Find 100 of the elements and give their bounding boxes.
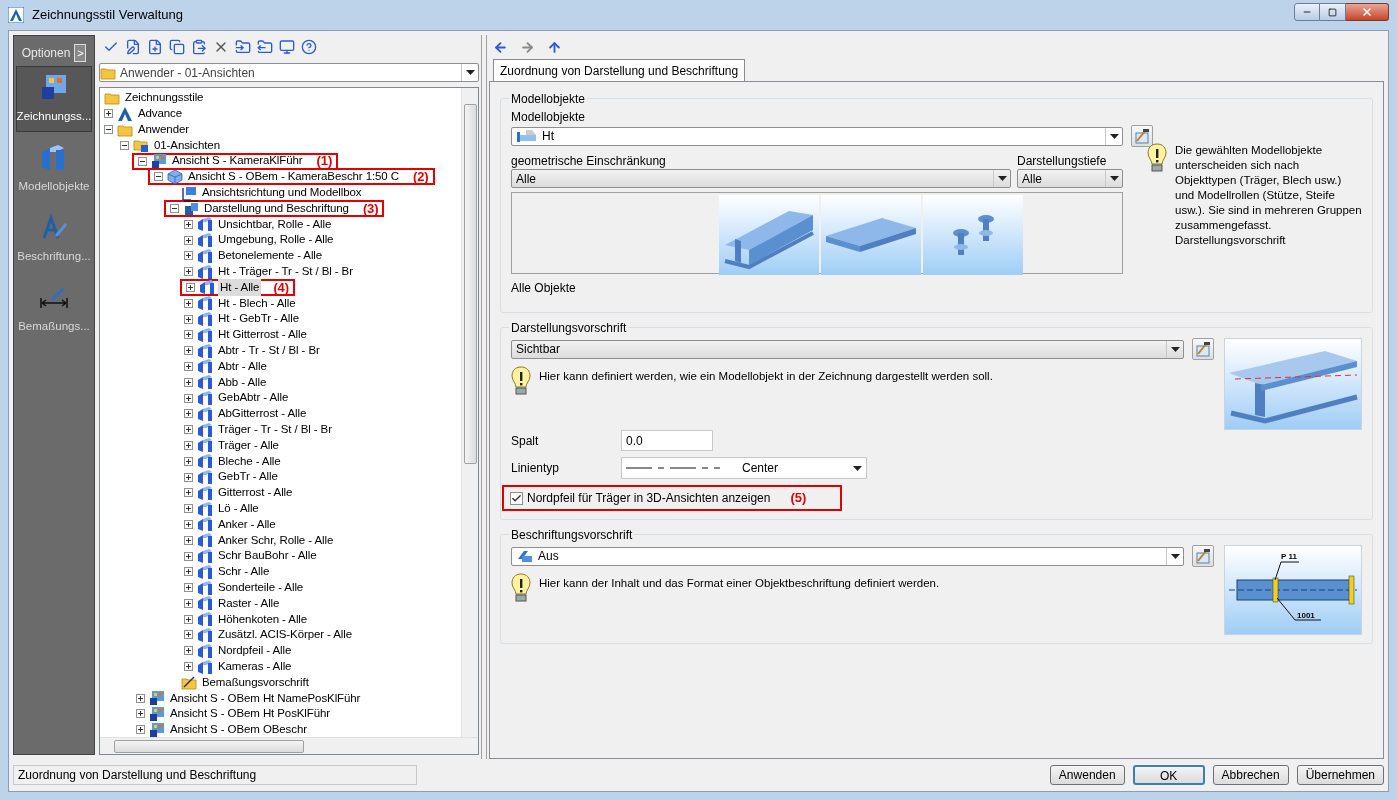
checkbox[interactable] [510,491,523,505]
tree-item[interactable]: Ansicht S - OBem - KameraBeschr 1:50 C [186,168,401,186]
expand-toggle[interactable] [136,693,145,703]
export-icon[interactable] [257,39,273,55]
expand-toggle[interactable] [184,298,193,308]
tree-item[interactable]: GebTr - Alle [216,468,280,486]
expand-toggle[interactable] [184,598,193,608]
expand-toggle[interactable] [184,219,193,229]
dialog-button[interactable]: OK [1132,765,1205,785]
expand-toggle[interactable] [184,488,193,498]
expand-toggle[interactable] [184,425,193,435]
tree-item[interactable]: Abtr - Alle [216,357,269,376]
display-rule-select[interactable]: Sichtbar [511,339,1184,359]
tree-item[interactable]: Gitterrost - Alle [216,484,295,502]
geometry-select[interactable]: Alle [511,169,1011,188]
dialog-button[interactable]: Übernehmen [1296,765,1384,785]
maximize-button[interactable] [1320,3,1346,21]
expand-toggle[interactable] [184,409,193,419]
expand-toggle[interactable] [104,109,113,119]
tree-item[interactable]: Sonderteile - Alle [216,579,306,597]
object-list[interactable] [511,192,1123,274]
expand-toggle[interactable] [184,314,193,324]
tree-item[interactable]: Ansicht S - OBem Ht NamePosKlFühr [168,689,363,707]
tree-item[interactable]: Schr - Alle [216,563,272,581]
expand-toggle[interactable] [184,567,193,577]
tree-item[interactable]: Lö - Alle [216,500,261,518]
tree-item[interactable]: Höhenkoten - Alle [216,610,310,628]
help-icon[interactable] [301,39,317,55]
sidebar-item[interactable]: Beschriftung... [16,206,92,272]
edit-document-icon[interactable] [125,39,141,55]
expand-sidebar-button[interactable]: > [74,44,87,62]
tree-item[interactable]: Raster - Alle [216,594,282,613]
path-select[interactable]: Anwender - 01-Ansichten [99,63,479,82]
collapse-toggle[interactable] [138,156,147,166]
expand-toggle[interactable] [136,709,145,719]
tree-item[interactable]: AbGitterrost - Alle [216,405,309,423]
expand-toggle[interactable] [184,235,193,245]
sidebar-item[interactable]: Bemaßungs... [16,276,92,342]
expand-toggle[interactable] [184,251,193,261]
tree-item[interactable]: Umgebung, Rolle - Alle [216,231,336,249]
tree-item[interactable]: Bemaßungsvorschrift [200,673,311,691]
tree-item[interactable]: Anwender [136,120,191,139]
tab[interactable]: Zuordnung von Darstellung und Beschriftung [493,59,746,81]
forward-arrow-icon[interactable] [520,39,535,55]
monitor-icon[interactable] [279,39,295,55]
edit-style-button[interactable] [1192,338,1214,360]
expand-toggle[interactable] [184,440,193,450]
expand-toggle[interactable] [184,330,193,340]
minimize-button[interactable] [1294,3,1320,21]
tree-item[interactable]: Zeichnungsstile [123,89,206,107]
tree-item[interactable]: Anker - Alle [216,515,278,534]
edit-style-button[interactable] [1131,125,1153,147]
tree-item[interactable]: Schr BauBohr - Alle [216,547,319,565]
tree-item[interactable]: Unsichtbar, Rolle - Alle [216,215,334,233]
close-button[interactable] [1346,3,1389,21]
tree-item[interactable]: Bleche - Alle [216,452,283,470]
collapse-toggle[interactable] [170,204,179,213]
tree-item[interactable]: GebAbtr - Alle [216,389,291,407]
expand-toggle[interactable] [184,267,193,277]
tree-item[interactable]: Träger - Tr - St / Bl - Br [216,421,334,439]
expand-toggle[interactable] [184,583,193,593]
tree-item[interactable]: Ht - GebTr - Alle [216,310,301,328]
collapse-toggle[interactable] [154,172,163,182]
expand-toggle[interactable] [184,472,193,482]
expand-toggle[interactable] [184,361,193,371]
tree-item[interactable]: Betonelemente - Alle [216,247,325,265]
tree-item[interactable]: Nordpfeil - Alle [216,642,294,660]
horizontal-scrollbar[interactable] [100,737,478,754]
paste-icon[interactable] [191,39,207,55]
expand-toggle[interactable] [136,725,145,735]
collapse-toggle[interactable] [104,125,113,134]
new-document-icon[interactable] [147,39,163,55]
tree-item[interactable]: Zusätzl. ACIS-Körper - Alle [216,626,355,644]
expand-toggle[interactable] [184,614,193,624]
tree-item[interactable]: Ht - Blech - Alle [216,294,298,312]
sidebar-item[interactable]: Modellobjekte [16,136,92,202]
dialog-button[interactable]: Abbrechen [1212,765,1289,785]
tree-item[interactable]: Abb - Alle [216,373,269,391]
tree-item[interactable]: 01-Ansichten [152,136,222,154]
tree-item[interactable]: Ht - Alle [218,278,262,297]
import-icon[interactable] [235,39,251,55]
tree-item[interactable]: Kameras - Alle [216,657,294,676]
tree-item[interactable]: Abtr - Tr - St / Bl - Br [216,342,322,360]
tree-item[interactable]: Advance [136,105,185,123]
tree-item[interactable]: Ht - Träger - Tr - St / Bl - Br [216,263,355,281]
expand-toggle[interactable] [184,393,193,403]
tree-item[interactable]: Träger - Alle [216,436,281,455]
expand-toggle[interactable] [184,346,193,356]
collapse-toggle[interactable] [120,140,129,150]
tree-item[interactable]: Ansicht S - OBem OBeschr [168,721,309,737]
label-rule-select[interactable]: Aus [511,546,1184,566]
gap-input[interactable]: 0.0 [621,430,713,451]
dialog-button[interactable]: Anwenden [1049,765,1125,785]
edit-style-button[interactable] [1192,545,1214,567]
linetype-select[interactable]: Center [621,457,867,479]
expand-toggle[interactable] [186,282,195,292]
tree-item[interactable]: Ansichtsrichtung und Modellbox [200,184,364,202]
tree-item[interactable]: Ansicht S - KameraKlFühr [170,152,305,170]
expand-toggle[interactable] [184,662,193,672]
expand-toggle[interactable] [184,504,193,514]
